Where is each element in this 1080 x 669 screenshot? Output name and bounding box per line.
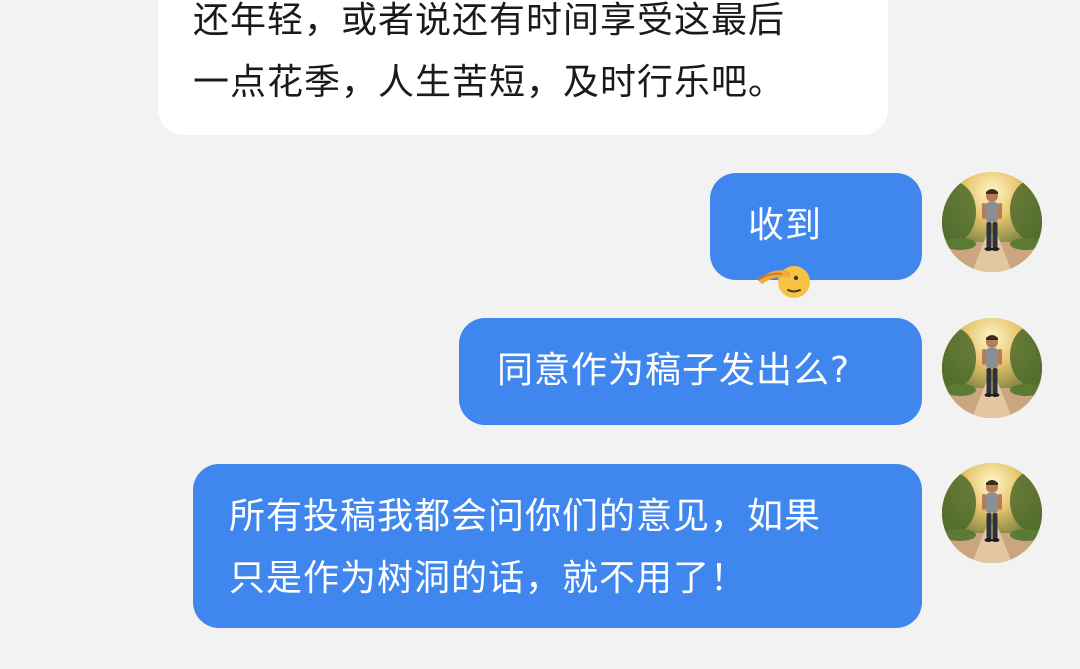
message-bubble-outgoing[interactable]: 同意作为稿子发出么? [459, 318, 922, 425]
avatar[interactable] [942, 463, 1042, 563]
user-avatar-photo [942, 318, 1042, 418]
user-avatar-photo [942, 463, 1042, 563]
saluting-face-icon [754, 258, 812, 320]
user-avatar-photo [942, 172, 1042, 272]
message-bubble-outgoing[interactable]: 所有投稿我都会问你们的意见，如果 只是作为树洞的话，就不用了！ [193, 464, 922, 628]
message-text-line: 还年轻，或者说还有时间享受这最后 [193, 0, 786, 41]
message-text: 收到 [748, 205, 823, 246]
message-text-line: 只是作为树洞的话，就不用了！ [229, 558, 748, 599]
message-bubble-incoming[interactable]: 还年轻，或者说还有时间享受这最后 一点花季，人生苦短，及时行乐吧。 [158, 0, 888, 135]
avatar[interactable] [942, 172, 1042, 272]
message-text-line: 一点花季，人生苦短，及时行乐吧。 [193, 62, 786, 103]
message-text-line: 所有投稿我都会问你们的意见，如果 [229, 496, 822, 537]
avatar[interactable] [942, 318, 1042, 418]
message-bubble-outgoing[interactable]: 收到 [710, 173, 922, 298]
message-text: 同意作为稿子发出么? [497, 350, 851, 391]
